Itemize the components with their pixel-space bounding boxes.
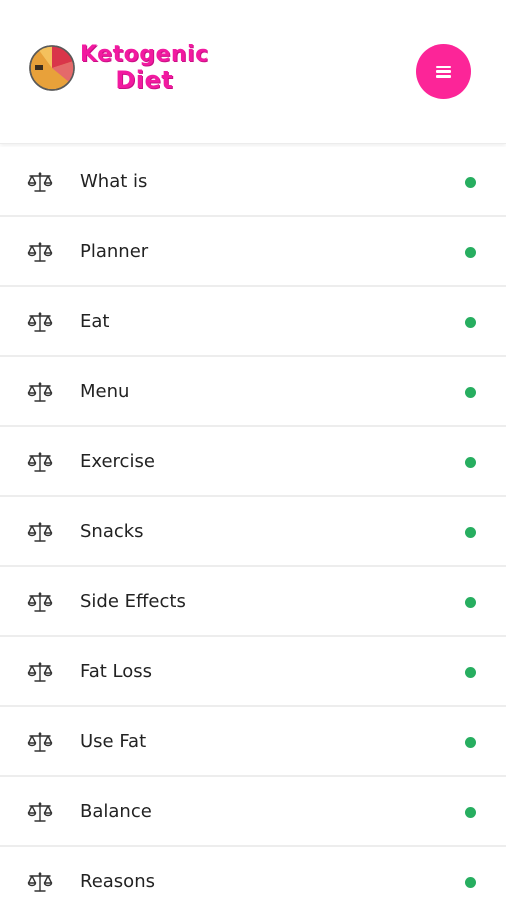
menu-item-fat-loss[interactable]: Fat Loss — [0, 637, 506, 707]
menu-item-label: Planner — [80, 241, 149, 262]
status-dot — [465, 457, 476, 468]
status-dot — [465, 177, 476, 188]
menu-item-side-effects[interactable]: Side Effects — [0, 567, 506, 637]
app-screen: Ketogenic Diet What is Planner Eat Menu … — [0, 0, 506, 900]
menu-item-exercise[interactable]: Exercise — [0, 427, 506, 497]
status-dot — [465, 317, 476, 328]
menu-item-label: Exercise — [80, 451, 155, 472]
status-dot — [465, 877, 476, 888]
menu-item-label: Use Fat — [80, 731, 147, 752]
balance-scale-icon — [27, 732, 53, 752]
brand-logo[interactable]: Ketogenic Diet — [28, 44, 209, 92]
menu-item-label: What is — [80, 171, 148, 192]
hamburger-menu-button[interactable] — [416, 44, 471, 99]
menu-item-label: Side Effects — [80, 591, 186, 612]
status-dot — [465, 737, 476, 748]
logo-title-line2: Diet — [115, 66, 174, 94]
menu-item-balance[interactable]: Balance — [0, 777, 506, 847]
app-header: Ketogenic Diet — [0, 0, 506, 144]
status-dot — [465, 807, 476, 818]
menu-item-eat[interactable]: Eat — [0, 287, 506, 357]
menu-item-label: Reasons — [80, 871, 155, 892]
menu-item-use-fat[interactable]: Use Fat — [0, 707, 506, 777]
balance-scale-icon — [27, 872, 53, 892]
hamburger-icon — [436, 65, 451, 78]
menu-item-snacks[interactable]: Snacks — [0, 497, 506, 567]
status-dot — [465, 667, 476, 678]
menu-list: What is Planner Eat Menu Exercise Snacks… — [0, 147, 506, 900]
menu-item-label: Fat Loss — [80, 661, 152, 682]
menu-item-label: Eat — [80, 311, 110, 332]
balance-scale-icon — [27, 592, 53, 612]
menu-item-planner[interactable]: Planner — [0, 217, 506, 287]
menu-item-reasons[interactable]: Reasons — [0, 847, 506, 900]
status-dot — [465, 597, 476, 608]
balance-scale-icon — [27, 522, 53, 542]
status-dot — [465, 387, 476, 398]
menu-item-label: Menu — [80, 381, 130, 402]
menu-item-label: Balance — [80, 801, 152, 822]
balance-scale-icon — [27, 452, 53, 472]
pie-chart-logo-icon — [29, 45, 75, 91]
menu-item-what-is[interactable]: What is — [0, 147, 506, 217]
balance-scale-icon — [27, 802, 53, 822]
status-dot — [465, 527, 476, 538]
menu-item-menu[interactable]: Menu — [0, 357, 506, 427]
balance-scale-icon — [27, 382, 53, 402]
logo-title-line1: Ketogenic — [80, 42, 209, 67]
balance-scale-icon — [27, 242, 53, 262]
logo-text: Ketogenic Diet — [80, 42, 209, 94]
balance-scale-icon — [27, 312, 53, 332]
balance-scale-icon — [27, 662, 53, 682]
balance-scale-icon — [27, 172, 53, 192]
menu-item-label: Snacks — [80, 521, 144, 542]
status-dot — [465, 247, 476, 258]
